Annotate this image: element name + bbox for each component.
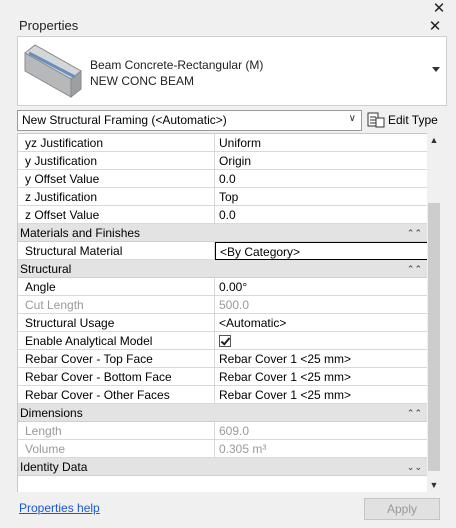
group-dimensions[interactable]: Dimensions ⌃⌃: [18, 404, 427, 422]
property-label: Rebar Cover - Other Faces: [18, 386, 215, 404]
property-row[interactable]: Structural Usage <Automatic>: [18, 314, 427, 332]
property-label: Angle: [18, 278, 215, 296]
property-row[interactable]: z Justification Top: [18, 188, 427, 206]
property-label: Structural Material: [18, 242, 215, 260]
property-label: Rebar Cover - Top Face: [18, 350, 215, 368]
property-label: z Justification: [18, 188, 215, 206]
property-row: Length 609.0: [18, 422, 427, 440]
property-value[interactable]: Rebar Cover 1 <25 mm>: [215, 386, 427, 404]
group-identity[interactable]: Identity Data ⌄⌄: [18, 458, 427, 476]
type-family-name: Beam Concrete-Rectangular (M): [90, 58, 264, 72]
collapse-icon[interactable]: ⌃⌃: [407, 224, 422, 242]
property-value[interactable]: [215, 332, 427, 350]
property-value[interactable]: 0.00°: [215, 278, 427, 296]
property-row[interactable]: Rebar Cover - Bottom Face Rebar Cover 1 …: [18, 368, 427, 386]
properties-help-link[interactable]: Properties help: [19, 501, 100, 515]
apply-button[interactable]: Apply: [364, 498, 440, 520]
collapse-icon[interactable]: ⌃⌃: [407, 404, 422, 422]
enable-analytical-checkbox[interactable]: [219, 335, 231, 347]
property-label: z Offset Value: [18, 206, 215, 224]
scroll-thumb[interactable]: [428, 203, 440, 471]
property-label: y Justification: [18, 152, 215, 170]
property-value[interactable]: 0.0: [215, 206, 427, 224]
group-structural[interactable]: Structural ⌃⌃: [18, 260, 427, 278]
property-row: Cut Length 500.0: [18, 296, 427, 314]
property-row[interactable]: yz Justification Uniform: [18, 134, 427, 152]
property-label: Rebar Cover - Bottom Face: [18, 368, 215, 386]
property-value: 500.0: [215, 296, 427, 314]
property-value: 0.305 m³: [215, 440, 427, 458]
group-materials[interactable]: Materials and Finishes ⌃⌃: [18, 224, 427, 242]
instance-filter-value: New Structural Framing (<Automatic>): [22, 113, 227, 127]
property-value[interactable]: Origin: [215, 152, 427, 170]
properties-grid: yz Justification Uniform y Justification…: [17, 133, 427, 492]
property-label: y Offset Value: [18, 170, 215, 188]
property-row: Volume 0.305 m³: [18, 440, 427, 458]
property-label: Cut Length: [18, 296, 215, 314]
property-label: yz Justification: [18, 134, 215, 152]
edit-type-icon: [367, 112, 385, 128]
close-icon[interactable]: ✕: [432, 1, 446, 16]
property-label: Length: [18, 422, 215, 440]
close-panel-icon[interactable]: ✕: [428, 19, 442, 34]
type-dropdown-arrow-icon[interactable]: [432, 67, 440, 72]
group-label: Dimensions: [20, 406, 83, 420]
property-label: Enable Analytical Model: [18, 332, 215, 350]
property-value[interactable]: Rebar Cover 1 <25 mm>: [215, 350, 427, 368]
property-value[interactable]: 0.0: [215, 170, 427, 188]
property-value[interactable]: Uniform: [215, 134, 427, 152]
property-value[interactable]: Rebar Cover 1 <25 mm>: [215, 368, 427, 386]
beam-thumbnail-icon: [24, 44, 82, 99]
structural-material-field[interactable]: <By Category>: [215, 242, 427, 260]
edit-type-label: Edit Type: [388, 113, 438, 127]
type-selector[interactable]: Beam Concrete-Rectangular (M) NEW CONC B…: [17, 36, 447, 106]
panel-title: Properties: [19, 18, 79, 33]
property-value[interactable]: Top: [215, 188, 427, 206]
property-row[interactable]: y Offset Value 0.0: [18, 170, 427, 188]
property-row[interactable]: Enable Analytical Model: [18, 332, 427, 350]
chevron-down-icon: ∨: [348, 113, 356, 124]
property-value: 609.0: [215, 422, 427, 440]
vertical-scrollbar[interactable]: ▲ ▼: [427, 133, 441, 492]
collapse-icon[interactable]: ⌃⌃: [407, 260, 422, 278]
property-row[interactable]: Angle 0.00°: [18, 278, 427, 296]
scroll-down-icon[interactable]: ▼: [427, 480, 441, 490]
group-label: Identity Data: [20, 460, 88, 474]
edit-type-button[interactable]: Edit Type: [366, 109, 440, 131]
group-label: Materials and Finishes: [20, 226, 141, 240]
property-row[interactable]: Rebar Cover - Top Face Rebar Cover 1 <25…: [18, 350, 427, 368]
group-label: Structural: [20, 262, 72, 276]
instance-filter-dropdown[interactable]: New Structural Framing (<Automatic>) ∨: [17, 110, 362, 131]
property-row[interactable]: y Justification Origin: [18, 152, 427, 170]
property-label: Volume: [18, 440, 215, 458]
property-row[interactable]: z Offset Value 0.0: [18, 206, 427, 224]
property-value[interactable]: <Automatic>: [215, 314, 427, 332]
type-name: NEW CONC BEAM: [90, 74, 195, 88]
property-label: Structural Usage: [18, 314, 215, 332]
property-row[interactable]: Structural Material <By Category>: [18, 242, 427, 260]
scroll-up-icon[interactable]: ▲: [427, 135, 441, 145]
property-row[interactable]: Rebar Cover - Other Faces Rebar Cover 1 …: [18, 386, 427, 404]
expand-icon[interactable]: ⌄⌄: [407, 458, 422, 476]
